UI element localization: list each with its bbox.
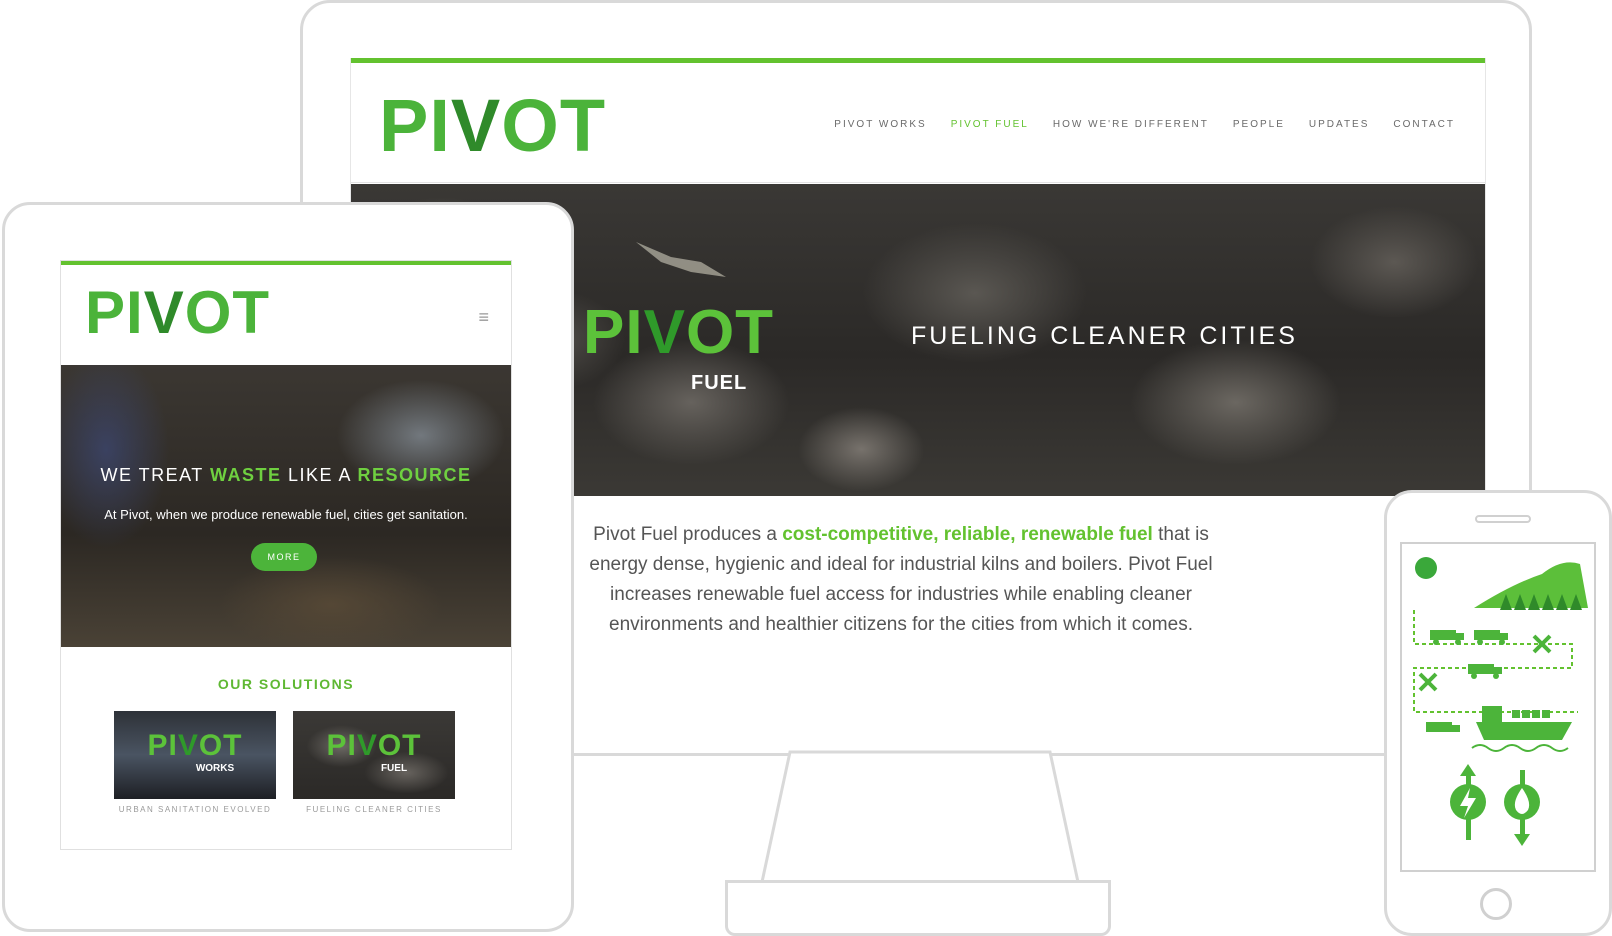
tablet-accent-bar bbox=[61, 261, 511, 265]
intro-highlight: cost-competitive, reliable, renewable fu… bbox=[782, 524, 1153, 545]
tablet-logo-pi: PI bbox=[85, 279, 144, 346]
hero-logo-ot: OT bbox=[685, 298, 775, 367]
intro-lead: Pivot Fuel produces a bbox=[593, 524, 783, 545]
desktop-intro-paragraph: Pivot Fuel produces a cost-competitive, … bbox=[581, 520, 1221, 640]
water-drop-icon bbox=[1504, 770, 1540, 846]
fuel-logo-pi: PI bbox=[326, 729, 357, 762]
nav-people[interactable]: PEOPLE bbox=[1233, 119, 1285, 130]
works-logo-ot: OT bbox=[198, 729, 243, 762]
tablet-logo-ot: OT bbox=[184, 279, 271, 346]
desktop-header: PIVOT PIVOT WORKS PIVOT FUEL HOW WE'RE D… bbox=[351, 63, 1485, 183]
tablet-logo[interactable]: PIVOT bbox=[85, 283, 270, 343]
solution-card-works[interactable]: PIVOT WORKS bbox=[114, 711, 276, 799]
hamburger-icon[interactable]: ≡ bbox=[478, 307, 489, 328]
logo-text-pi: PI bbox=[379, 84, 451, 167]
headline-resource: RESOURCE bbox=[357, 465, 472, 485]
hero-logo-v: V bbox=[643, 298, 686, 367]
tablet-hero-intro: At Pivot, when we produce renewable fuel… bbox=[104, 507, 468, 522]
hero-fuel-logo: PIVOT bbox=[583, 302, 774, 364]
infographic bbox=[1413, 557, 1588, 846]
solutions-title: OUR SOLUTIONS bbox=[217, 676, 355, 692]
solution-works-logo: PIVOT bbox=[114, 731, 276, 761]
tablet-logo-v: V bbox=[143, 279, 185, 346]
nav-contact[interactable]: CONTACT bbox=[1393, 119, 1455, 130]
fuel-logo-ot: OT bbox=[377, 729, 422, 762]
lightning-icon bbox=[1450, 764, 1486, 840]
tablet-screen: PIVOT ≡ WE TREAT WASTE LIKE A RESOURCE A… bbox=[60, 260, 512, 850]
phone-home-button[interactable] bbox=[1480, 888, 1512, 920]
headline-part2: LIKE A bbox=[281, 465, 358, 485]
solution-card-fuel[interactable]: PIVOT FUEL bbox=[293, 711, 455, 799]
monitor-base bbox=[725, 880, 1111, 936]
nav-how-were-different[interactable]: HOW WE'RE DIFFERENT bbox=[1053, 119, 1209, 130]
fuel-logo-v: V bbox=[356, 729, 378, 762]
works-logo-v: V bbox=[177, 729, 199, 762]
phone-speaker bbox=[1475, 515, 1531, 523]
solution-fuel-logo: PIVOT bbox=[293, 731, 455, 761]
headline-waste: WASTE bbox=[209, 465, 282, 485]
solution-fuel-image: PIVOT FUEL bbox=[293, 711, 455, 799]
solution-fuel-caption: FUELING CLEANER CITIES bbox=[306, 805, 442, 814]
solution-works-image: PIVOT WORKS bbox=[114, 711, 276, 799]
tablet-hero-headline: WE TREAT WASTE LIKE A RESOURCE bbox=[61, 465, 511, 486]
logo-text-ot: OT bbox=[501, 84, 607, 167]
more-button[interactable]: MORE bbox=[251, 543, 317, 571]
hero-logo-pi: PI bbox=[583, 298, 644, 367]
phone-screen bbox=[1400, 542, 1596, 872]
nav-updates[interactable]: UPDATES bbox=[1309, 119, 1370, 130]
desktop-logo[interactable]: PIVOT bbox=[379, 89, 606, 163]
solution-works-sub: WORKS bbox=[195, 763, 235, 774]
hero-logo-fuel-label: FUEL bbox=[691, 372, 748, 394]
mountain-icon bbox=[1474, 562, 1588, 608]
tablet-hero-banner: WE TREAT WASTE LIKE A RESOURCE At Pivot,… bbox=[61, 365, 511, 647]
solution-works-caption: URBAN SANITATION EVOLVED bbox=[118, 805, 272, 814]
sun-icon bbox=[1415, 557, 1437, 579]
logo-text-v: V bbox=[450, 84, 502, 167]
monitor-stand bbox=[760, 750, 1080, 884]
solution-fuel-sub: FUEL bbox=[380, 763, 408, 774]
headline-part1: WE TREAT bbox=[100, 465, 210, 485]
nav-pivot-works[interactable]: PIVOT WORKS bbox=[834, 119, 926, 130]
nav-pivot-fuel[interactable]: PIVOT FUEL bbox=[951, 119, 1029, 130]
hero-tagline: FUELING CLEANER CITIES bbox=[911, 322, 1298, 350]
works-logo-pi: PI bbox=[147, 729, 178, 762]
leaf-debris-icon bbox=[636, 242, 726, 277]
desktop-nav: PIVOT WORKS PIVOT FUEL HOW WE'RE DIFFERE… bbox=[834, 119, 1455, 130]
